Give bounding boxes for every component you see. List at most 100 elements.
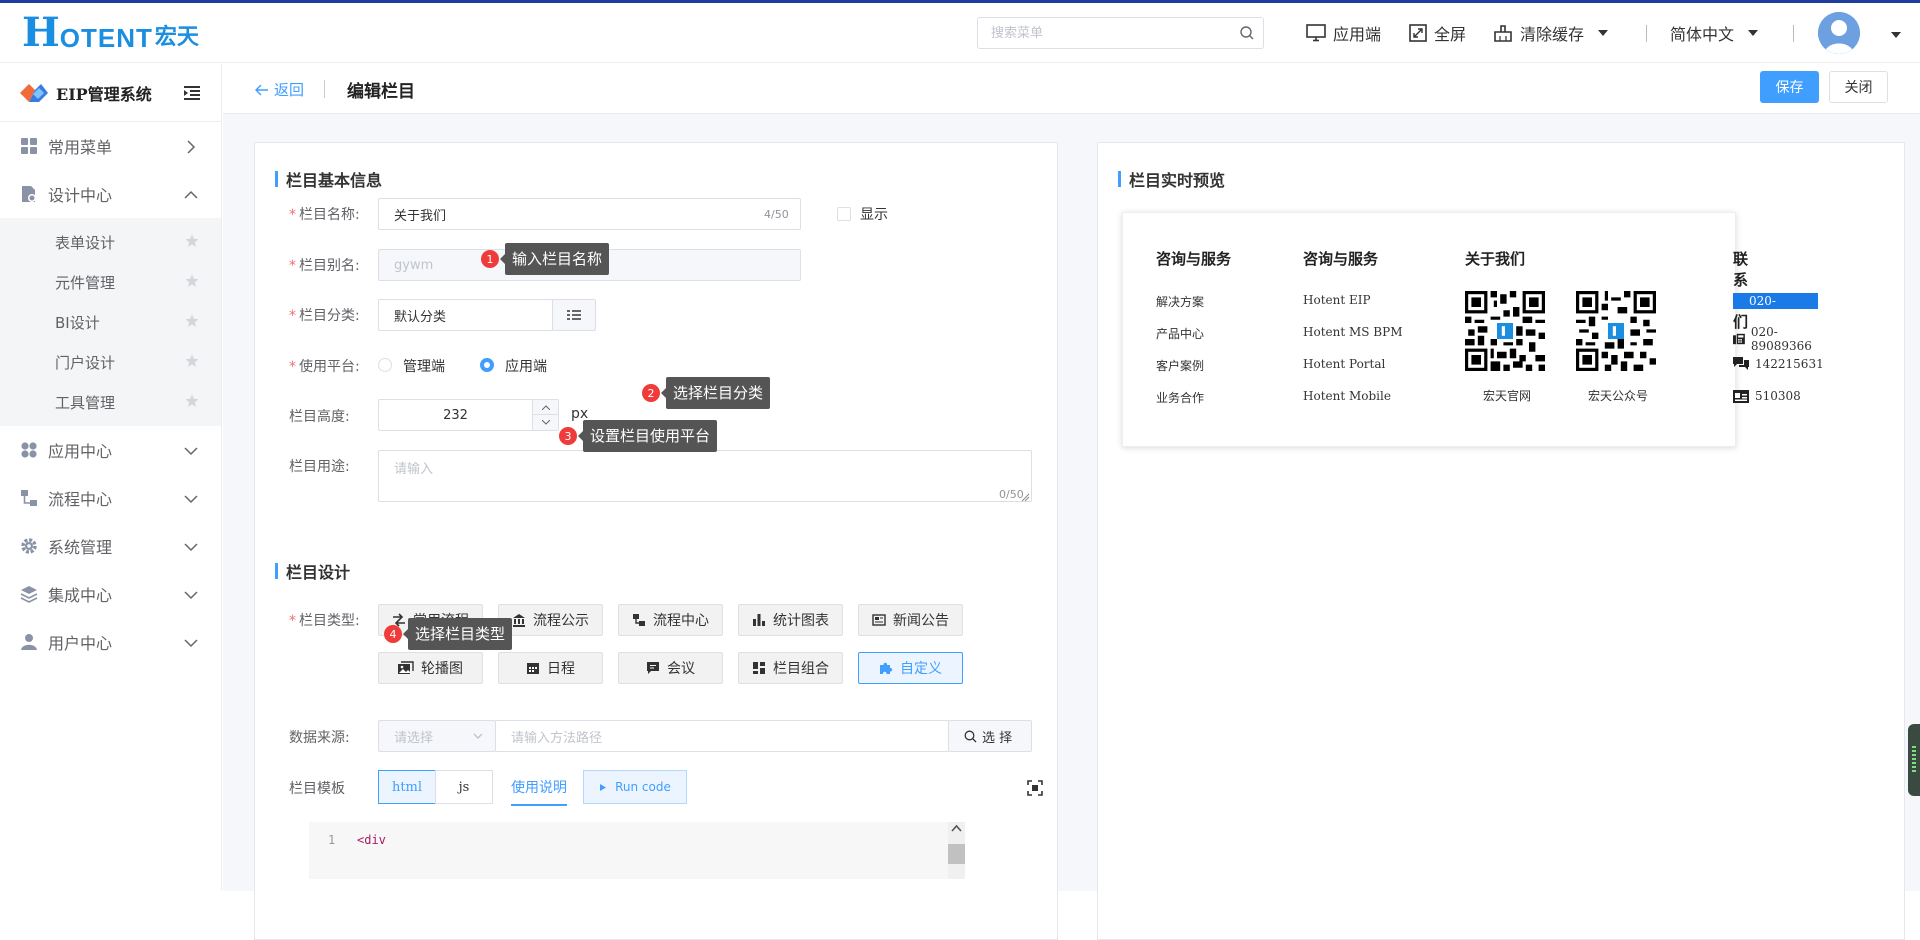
- sidebar-item-design-center[interactable]: 设计中心: [0, 170, 221, 218]
- column-name-field[interactable]: 关于我们: [378, 198, 801, 230]
- run-code-button[interactable]: Run code: [583, 770, 687, 804]
- grid-icon: [20, 137, 38, 155]
- datasource-select-button[interactable]: 选 择: [948, 720, 1032, 752]
- sidebar-item-form-design[interactable]: 表单设计: [0, 222, 221, 262]
- category-value: 默认分类: [394, 309, 447, 325]
- preview-link[interactable]: Hotent MS BPM: [1303, 325, 1402, 339]
- tab-html[interactable]: html: [378, 770, 436, 804]
- search-icon[interactable]: [1239, 25, 1255, 45]
- required-mark: *: [289, 613, 296, 629]
- type-custom-button[interactable]: 自定义: [858, 652, 963, 684]
- preview-link[interactable]: 产品中心: [1156, 325, 1204, 342]
- chevron-down-icon: [1748, 30, 1759, 36]
- flow-icon: [632, 613, 646, 627]
- fullscreen-button[interactable]: 全屏: [1409, 21, 1466, 45]
- star-icon[interactable]: [185, 354, 199, 372]
- datasource-path-input[interactable]: 请输入方法路径: [495, 720, 949, 752]
- height-stepper[interactable]: [532, 400, 558, 430]
- required-mark: *: [289, 359, 296, 375]
- preview-link[interactable]: Hotent Portal: [1303, 357, 1385, 371]
- preview-link[interactable]: Hotent Mobile: [1303, 389, 1391, 403]
- star-icon[interactable]: [185, 274, 199, 292]
- type-flow-center-button[interactable]: 流程中心: [618, 604, 723, 636]
- type-combination-button[interactable]: 栏目组合: [738, 652, 843, 684]
- stepper-down-icon[interactable]: [533, 415, 558, 429]
- type-meeting-button[interactable]: 会议: [618, 652, 723, 684]
- qq-number: 142215631: [1755, 357, 1824, 371]
- scroll-up-icon[interactable]: [948, 822, 965, 834]
- clear-cache-button[interactable]: 清除缓存: [1493, 21, 1609, 45]
- preview-link[interactable]: 客户案例: [1156, 357, 1204, 374]
- sidebar-item-system-manage[interactable]: 系统管理: [0, 522, 221, 570]
- design-center-submenu: 表单设计 元件管理 BI设计 门户设计 工具管理: [0, 218, 221, 426]
- column-form-panel: 栏目基本信息 * 栏目名称: 关于我们 4/50 显示 * 栏目别名: gywm *…: [254, 142, 1058, 940]
- star-icon[interactable]: [185, 394, 199, 412]
- language-label: 简体中文: [1670, 25, 1735, 44]
- code-scrollbar[interactable]: [948, 822, 965, 879]
- category-field[interactable]: 默认分类: [378, 299, 553, 331]
- chevron-down-icon: [184, 587, 198, 606]
- back-label: 返回: [274, 81, 305, 99]
- logo-cn: 宏天: [154, 25, 199, 50]
- floating-side-handle[interactable]: [1908, 724, 1920, 796]
- type-label: 轮播图: [421, 661, 463, 677]
- zip-row: 510308: [1733, 389, 1801, 403]
- platform-app-label[interactable]: 应用端: [505, 356, 547, 376]
- avatar-chevron-down-icon[interactable]: [1891, 32, 1901, 38]
- sidebar-item-component-manage[interactable]: 元件管理: [0, 262, 221, 302]
- platform-app-radio[interactable]: [480, 358, 494, 372]
- sidebar-item-app-center[interactable]: 应用中心: [0, 426, 221, 474]
- preview-link[interactable]: 解决方案: [1156, 293, 1204, 310]
- save-button[interactable]: 保存: [1760, 71, 1819, 103]
- sidebar-item-common-menu[interactable]: 常用菜单: [0, 122, 221, 170]
- hotent-logo[interactable]: H OTENT 宏天: [22, 13, 199, 53]
- usage-instructions-link[interactable]: 使用说明: [511, 777, 567, 806]
- category-label-text: 栏目分类:: [299, 308, 360, 324]
- platform-admin-label[interactable]: 管理端: [403, 356, 445, 376]
- back-link[interactable]: 返回: [255, 79, 304, 100]
- monitor-icon: [1306, 24, 1326, 42]
- sidebar-item-tool-manage[interactable]: 工具管理: [0, 382, 221, 422]
- category-select-button[interactable]: [552, 299, 596, 331]
- preview-link[interactable]: 业务合作: [1156, 389, 1204, 406]
- star-icon[interactable]: [185, 234, 199, 252]
- phone-highlight[interactable]: 020-89089123: [1733, 293, 1819, 324]
- type-label: 会议: [667, 661, 695, 677]
- scrollbar-thumb[interactable]: [948, 844, 965, 864]
- platform-admin-radio[interactable]: [378, 358, 392, 372]
- eip-logo-icon: [20, 83, 48, 102]
- type-carousel-button[interactable]: 轮播图: [378, 652, 483, 684]
- datasource-select: 请选择: [378, 720, 496, 752]
- preview-link[interactable]: Hotent EIP: [1303, 293, 1371, 307]
- fax-icon: [1733, 333, 1745, 345]
- type-label: 统计图表: [773, 613, 829, 629]
- section-title-text: 栏目基本信息: [286, 171, 383, 190]
- type-flow-publicity-button[interactable]: 流程公示: [498, 604, 603, 636]
- sidebar-item-bi-design[interactable]: BI设计: [0, 302, 221, 342]
- fullscreen-editor-icon[interactable]: [1027, 780, 1043, 796]
- stepper-up-icon[interactable]: [533, 400, 558, 415]
- purpose-textarea[interactable]: 请输入: [378, 450, 1032, 502]
- type-news-button[interactable]: 新闻公告: [858, 604, 963, 636]
- code-editor[interactable]: 1 <div: [309, 822, 965, 879]
- type-statistics-chart-button[interactable]: 统计图表: [738, 604, 843, 636]
- bank-icon: [512, 613, 526, 627]
- language-select[interactable]: 简体中文: [1670, 21, 1759, 45]
- sidebar-item-flow-center[interactable]: 流程中心: [0, 474, 221, 522]
- sidebar-item-portal-design[interactable]: 门户设计: [0, 342, 221, 382]
- show-checkbox[interactable]: [837, 207, 851, 221]
- sidebar-item-integration-center[interactable]: 集成中心: [0, 570, 221, 618]
- avatar[interactable]: [1818, 12, 1860, 54]
- resize-handle-icon[interactable]: [1021, 493, 1030, 502]
- required-mark: *: [289, 308, 296, 324]
- tab-js[interactable]: js: [435, 770, 493, 804]
- layers-icon: [20, 585, 38, 603]
- close-button[interactable]: 关闭: [1829, 71, 1888, 103]
- star-icon[interactable]: [185, 314, 199, 332]
- app-end-button[interactable]: 应用端: [1306, 21, 1381, 45]
- sidebar-item-user-center[interactable]: 用户中心: [0, 618, 221, 666]
- menu-fold-icon[interactable]: [184, 86, 200, 104]
- sidebar-item-label: 流程中心: [48, 490, 113, 509]
- type-schedule-button[interactable]: 日程: [498, 652, 603, 684]
- search-input[interactable]: [978, 18, 1228, 48]
